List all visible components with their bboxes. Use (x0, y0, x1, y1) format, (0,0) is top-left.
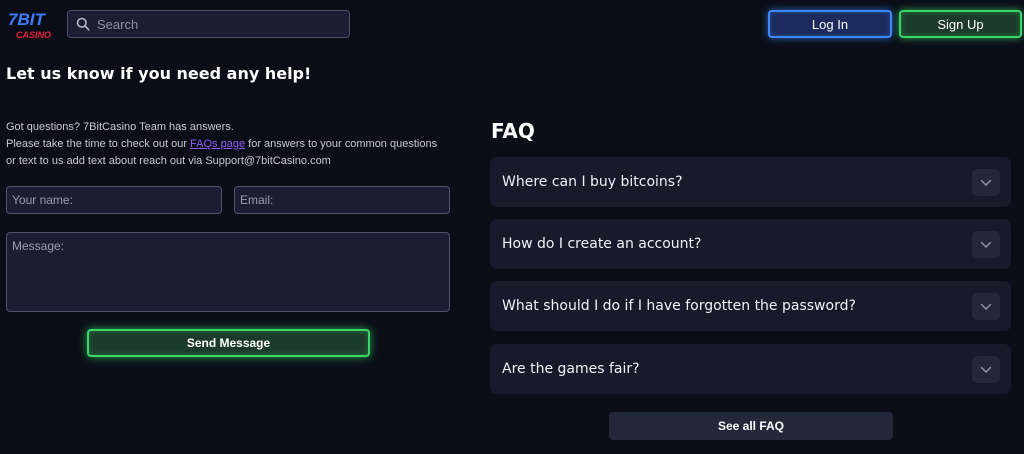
svg-text:CASINO: CASINO (16, 30, 51, 40)
email-field[interactable] (234, 186, 450, 214)
chevron-down-icon[interactable] (972, 169, 1000, 196)
faq-question: Are the games fair? (502, 361, 640, 377)
contact-intro: Got questions? 7BitCasino Team has answe… (6, 119, 446, 170)
faq-item-create-account[interactable]: How do I create an account? (490, 219, 1011, 269)
signup-button[interactable]: Sign Up (899, 10, 1022, 38)
search-bar[interactable] (67, 10, 350, 38)
see-all-faq-button[interactable]: See all FAQ (609, 412, 893, 440)
faq-question: Where can I buy bitcoins? (502, 174, 683, 190)
intro-line-2: Please take the time to check out our FA… (6, 138, 438, 167)
top-header: 7BIT CASINO Log In Sign Up (0, 0, 1024, 50)
intro-line-1: Got questions? 7BitCasino Team has answe… (6, 121, 234, 133)
search-icon (76, 17, 90, 31)
faq-item-buy-bitcoins[interactable]: Where can I buy bitcoins? (490, 157, 1011, 207)
faq-question: What should I do if I have forgotten the… (502, 298, 856, 314)
faq-question: How do I create an account? (502, 236, 702, 252)
faqs-page-link[interactable]: FAQs page (190, 138, 245, 150)
name-field[interactable] (6, 186, 222, 214)
chevron-down-icon[interactable] (972, 293, 1000, 320)
contact-title: Let us know if you need any help! (6, 64, 312, 83)
chevron-down-icon[interactable] (972, 356, 1000, 383)
faq-title: FAQ (491, 119, 535, 143)
site-logo[interactable]: 7BIT CASINO (7, 9, 57, 41)
7bit-casino-logo-icon: 7BIT CASINO (8, 10, 51, 40)
login-button[interactable]: Log In (768, 10, 892, 38)
svg-text:7BIT: 7BIT (8, 10, 46, 29)
search-input[interactable] (97, 16, 337, 32)
chevron-down-icon[interactable] (972, 231, 1000, 258)
faq-item-forgot-password[interactable]: What should I do if I have forgotten the… (490, 281, 1011, 331)
faq-item-games-fair[interactable]: Are the games fair? (490, 344, 1011, 394)
send-message-button[interactable]: Send Message (87, 329, 370, 357)
message-field[interactable] (6, 232, 450, 312)
